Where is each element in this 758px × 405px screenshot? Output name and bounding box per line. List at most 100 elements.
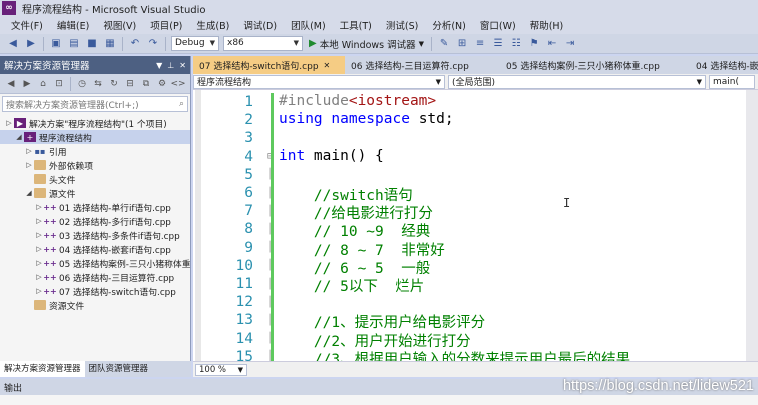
- fold-guide: │: [266, 260, 274, 272]
- line-number: 12: [235, 294, 253, 311]
- expand-toggle-icon[interactable]: ◢: [14, 133, 24, 141]
- document-tab-label: 06 选择结构-三目运算符.cpp: [351, 61, 469, 72]
- uncomment-icon[interactable]: ☷: [509, 37, 523, 51]
- chevron-down-icon: ▼: [209, 39, 215, 47]
- redo-icon[interactable]: ↷: [146, 37, 160, 51]
- start-debugging-button[interactable]: ▶ 本地 Windows 调试器 ▼: [309, 37, 424, 51]
- tree-item[interactable]: 资源文件: [0, 298, 190, 312]
- next-bookmark-icon[interactable]: ⇥: [563, 37, 577, 51]
- save-all-icon[interactable]: ▦: [103, 37, 117, 51]
- forward-icon[interactable]: ▶: [21, 78, 33, 90]
- expand-toggle-icon[interactable]: ◢: [24, 189, 34, 197]
- close-tab-icon[interactable]: ✕: [324, 61, 331, 70]
- tree-item[interactable]: ▷ 外部依赖项: [0, 158, 190, 172]
- menu-item[interactable]: 调试(D): [236, 18, 284, 32]
- configuration-dropdown[interactable]: Debug ▼: [171, 36, 219, 51]
- open-file-icon[interactable]: ▤: [67, 37, 81, 51]
- code-line: 5 │: [193, 165, 277, 185]
- menu-item[interactable]: 工具(T): [333, 18, 379, 32]
- save-icon[interactable]: ■: [85, 37, 99, 51]
- preview-icon[interactable]: <>: [170, 78, 185, 90]
- code-text-area[interactable]: 1 #include<iostream> 2 using namespace std;…: [193, 90, 758, 361]
- browser-link-icon[interactable]: ✎: [437, 37, 451, 51]
- comment-icon[interactable]: ☰: [491, 37, 505, 51]
- menu-item[interactable]: 团队(M): [284, 18, 333, 32]
- bookmark-icon[interactable]: ⚑: [527, 37, 541, 51]
- fold-guide: │: [266, 314, 274, 326]
- breakpoint-icon[interactable]: ⊞: [455, 37, 469, 51]
- fold-guide: │: [266, 278, 274, 290]
- tree-item[interactable]: ▷ ▪▪ 引用: [0, 144, 190, 158]
- expand-toggle-icon[interactable]: ▷: [24, 161, 34, 169]
- expand-toggle-icon[interactable]: ▷: [24, 147, 34, 155]
- window-position-icon[interactable]: ▼: [156, 61, 162, 70]
- document-tab[interactable]: 05 选择结构案例-三只小猪称体重.cpp: [500, 56, 690, 74]
- close-icon[interactable]: ✕: [179, 61, 186, 70]
- folder-icon: [34, 174, 46, 184]
- tree-item[interactable]: 头文件: [0, 172, 190, 186]
- cpp-file-icon: ++: [43, 244, 57, 254]
- change-tracking-bar: [271, 293, 274, 312]
- collapse-icon[interactable]: ⊟: [263, 151, 277, 162]
- format-icon[interactable]: ≡: [473, 37, 487, 51]
- line-number: 6: [244, 185, 253, 201]
- chevron-down-icon: ▼: [418, 39, 425, 48]
- switch-views-icon[interactable]: ⊡: [53, 78, 65, 90]
- properties-icon[interactable]: ⚙: [156, 78, 168, 90]
- undo-icon[interactable]: ↶: [128, 37, 142, 51]
- show-all-files-icon[interactable]: ⧉: [140, 78, 152, 90]
- document-tab[interactable]: 06 选择结构-三目运算符.cpp: [345, 56, 500, 74]
- tree-item[interactable]: ▷ ++ 03 选择结构-多条件if语句.cpp: [0, 228, 190, 242]
- menu-item[interactable]: 测试(S): [379, 18, 425, 32]
- back-icon[interactable]: ◀: [6, 37, 20, 51]
- back-icon[interactable]: ◀: [5, 78, 17, 90]
- forward-icon[interactable]: ▶: [24, 37, 38, 51]
- tree-item[interactable]: ◢ + 程序流程结构: [0, 130, 190, 144]
- menu-item[interactable]: 窗口(W): [473, 18, 523, 32]
- prev-bookmark-icon[interactable]: ⇤: [545, 37, 559, 51]
- menu-item[interactable]: 文件(F): [4, 18, 50, 32]
- standard-toolbar: ◀ ▶ ▣ ▤ ■ ▦ ↶ ↷ Debug ▼ x86 ▼ ▶ 本地 Windows…: [0, 34, 758, 54]
- expand-toggle-icon[interactable]: ▷: [4, 119, 14, 127]
- zoom-dropdown[interactable]: 100 % ▼: [195, 363, 247, 376]
- tree-item[interactable]: ▷ ++ 06 选择结构-三目运算符.cpp: [0, 270, 190, 284]
- solution-explorer-title: 解决方案资源管理器: [4, 61, 90, 72]
- vertical-scrollbar[interactable]: [746, 90, 758, 361]
- fold-guide: │: [266, 242, 274, 254]
- menu-item[interactable]: 生成(B): [189, 18, 236, 32]
- tree-item[interactable]: ◢ 源文件: [0, 186, 190, 200]
- sync-icon[interactable]: ⇆: [92, 78, 104, 90]
- tree-item[interactable]: ▷ ++ 07 选择结构-switch语句.cpp: [0, 284, 190, 298]
- menu-item[interactable]: 分析(N): [425, 18, 473, 32]
- tab-solution-explorer[interactable]: 解决方案资源管理器: [0, 361, 85, 377]
- menu-item[interactable]: 帮助(H): [523, 18, 571, 32]
- platform-dropdown[interactable]: x86 ▼: [223, 36, 303, 51]
- tree-item[interactable]: ▷ ++ 05 选择结构案例-三只小猪称体重: [0, 256, 190, 270]
- refresh-icon[interactable]: ↻: [108, 78, 120, 90]
- scope-navigation-dropdown[interactable]: (全局范围) ▼: [448, 74, 706, 89]
- tab-team-explorer[interactable]: 团队资源管理器: [85, 361, 153, 377]
- project-navigation-dropdown[interactable]: 程序流程结构 ▼: [193, 74, 445, 89]
- cpp-file-icon: ++: [43, 272, 57, 282]
- change-tracking-bar: [271, 184, 274, 203]
- tree-item[interactable]: ▷ ++ 01 选择结构-单行if语句.cpp: [0, 200, 190, 214]
- solution-search-placeholder: 搜索解决方案资源管理器(Ctrl+;): [6, 100, 139, 111]
- project-navigation-value: 程序流程结构: [197, 78, 252, 88]
- pending-changes-filter-icon[interactable]: ◷: [76, 78, 88, 90]
- home-icon[interactable]: ⌂: [37, 78, 49, 90]
- document-tab[interactable]: 04 选择结构-嵌: [690, 56, 758, 74]
- member-navigation-dropdown[interactable]: main(: [709, 74, 755, 89]
- pin-icon[interactable]: ⊥: [167, 61, 174, 70]
- document-tab[interactable]: 07 选择结构-switch语句.cpp ✕: [193, 56, 345, 74]
- menu-item[interactable]: 编辑(E): [50, 18, 96, 32]
- tree-item[interactable]: ▷ ++ 04 选择结构-嵌套if语句.cpp: [0, 242, 190, 256]
- change-tracking-bar: [271, 329, 274, 348]
- menu-item[interactable]: 项目(P): [143, 18, 189, 32]
- menu-item[interactable]: 视图(V): [96, 18, 143, 32]
- tree-item[interactable]: ▷ ▶ 解决方案"程序流程结构"(1 个项目): [0, 116, 190, 130]
- code-text: #include<iostream>: [279, 93, 437, 109]
- new-project-icon[interactable]: ▣: [49, 37, 63, 51]
- tree-item[interactable]: ▷ ++ 02 选择结构-多行if语句.cpp: [0, 214, 190, 228]
- solution-search-input[interactable]: 搜索解决方案资源管理器(Ctrl+;) ⌕: [2, 96, 188, 112]
- collapse-all-icon[interactable]: ⊟: [124, 78, 136, 90]
